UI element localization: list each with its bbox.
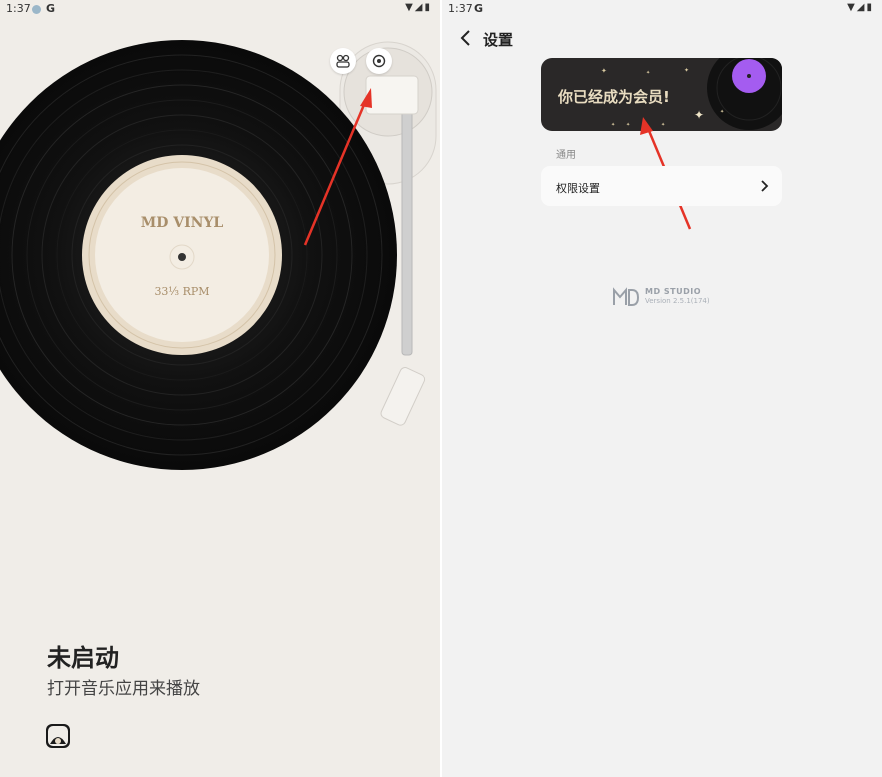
section-label-general: 通用 xyxy=(556,150,576,161)
vinyl-player-screen: 1:37 G ▼◢▮ MD VINYL 33⅓ RPM 未启动 打开音乐应用来播… xyxy=(0,0,440,777)
player-status-subtitle: 打开音乐应用来播放 xyxy=(47,679,200,699)
brand-name: MD STUDIO xyxy=(645,287,702,296)
tonearm-head[interactable] xyxy=(379,366,426,427)
turntable-graphic xyxy=(0,40,437,470)
permission-settings-label: 权限设置 xyxy=(556,182,600,195)
permission-settings-row[interactable]: 权限设置 xyxy=(541,166,782,206)
tonearm-pivot[interactable] xyxy=(365,75,419,115)
tonearm[interactable] xyxy=(401,109,413,356)
spindle-hole xyxy=(178,253,186,261)
annotation-arrowhead xyxy=(640,117,653,135)
app-vinyl-icon[interactable] xyxy=(46,724,70,748)
label-title: MD VINYL xyxy=(140,215,224,231)
vinyl-record[interactable] xyxy=(0,40,397,470)
brand-version: Version 2.5.1(174) xyxy=(645,297,710,305)
chevron-right-icon xyxy=(761,180,769,192)
settings-icon[interactable] xyxy=(366,48,392,74)
player-status-title: 未启动 xyxy=(47,644,119,672)
md-studio-logo-icon xyxy=(613,287,640,306)
brand-footer: MD STUDIO Version 2.5.1(174) xyxy=(612,285,722,309)
settings-screen: 1:37 G ▼◢▮ 设置 ✦ ✦ ✦ ✦ ✦ ✦ ✦ ✦ 你已经成为会员! 通… xyxy=(442,0,882,777)
people-icon[interactable] xyxy=(330,48,356,74)
label-speed: 33⅓ RPM xyxy=(154,285,210,298)
